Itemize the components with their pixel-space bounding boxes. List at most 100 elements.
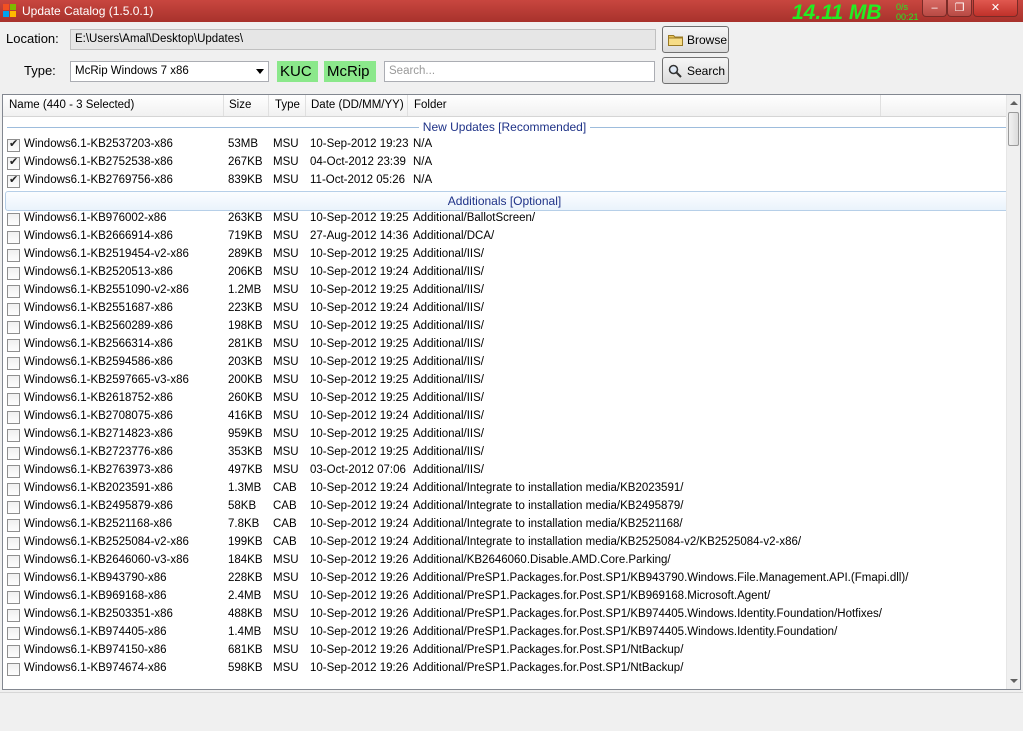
column-header-folder[interactable]: Folder [414,99,447,111]
row-checkbox[interactable] [7,137,20,152]
row-checkbox[interactable] [7,357,20,370]
maximize-button[interactable]: ❐ [947,0,972,17]
cell-name: Windows6.1-KB943790-x86 [24,572,167,584]
cell-folder: Additional/IIS/ [413,338,484,350]
list-item[interactable]: Windows6.1-KB2503351-x86 488KB MSU 10-Sep-2… [3,606,1006,624]
group-header[interactable]: New Updates [Recommended] [3,118,1006,136]
row-checkbox[interactable] [7,285,20,298]
list-item[interactable]: Windows6.1-KB2646060-v3-x86 184KB MSU 10-Se… [3,552,1006,570]
row-checkbox[interactable] [7,321,20,334]
search-button-label: Search [687,64,726,78]
cell-type: MSU [273,554,299,566]
list-item[interactable]: Windows6.1-KB976002-x86 263KB MSU 10-Sep-20… [3,210,1006,228]
minimize-button[interactable]: – [922,0,947,17]
row-checkbox[interactable] [7,267,20,280]
cell-date: 10-Sep-2012 19:24 [310,410,409,422]
speed-detail: 0/s 00:21 [896,2,919,22]
row-checkbox[interactable] [7,213,20,226]
list-item[interactable]: Windows6.1-KB943790-x86 228KB MSU 10-Sep-20… [3,570,1006,588]
list-item[interactable]: Windows6.1-KB2495879-x86 58KB CAB 10-Sep-20… [3,498,1006,516]
browse-button[interactable]: Browse [662,26,729,53]
group-header[interactable]: Additionals [Optional] [3,190,1010,211]
row-checkbox[interactable] [7,393,20,406]
search-input[interactable]: Search... [384,61,655,82]
row-checkbox[interactable] [7,627,20,640]
row-checkbox[interactable] [7,483,20,496]
list-item[interactable]: Windows6.1-KB2723776-x86 353KB MSU 10-Sep-2… [3,444,1006,462]
row-checkbox[interactable] [7,231,20,244]
column-header-type[interactable]: Type [275,99,300,111]
list-item[interactable]: Windows6.1-KB2560289-x86 198KB MSU 10-Sep-2… [3,318,1006,336]
list-item[interactable]: Windows6.1-KB974405-x86 1.4MB MSU 10-Sep-20… [3,624,1006,642]
cell-name: Windows6.1-KB2495879-x86 [24,500,173,512]
list-item[interactable]: Windows6.1-KB2714823-x86 959KB MSU 10-Sep-2… [3,426,1006,444]
row-checkbox[interactable] [7,519,20,532]
search-button[interactable]: Search [662,57,729,84]
row-checkbox[interactable] [7,591,20,604]
close-button[interactable]: ✕ [973,0,1018,17]
row-checkbox[interactable] [7,411,20,424]
kuc-badge[interactable]: KUC [277,61,318,82]
cell-type: MSU [273,284,299,296]
list-item[interactable]: Windows6.1-KB2537203-x86 53MB MSU 10-Sep-20… [3,136,1006,154]
row-checkbox[interactable] [7,465,20,478]
row-checkbox[interactable] [7,155,20,170]
list-item[interactable]: Windows6.1-KB2597665-v3-x86 200KB MSU 10-Se… [3,372,1006,390]
row-checkbox[interactable] [7,339,20,352]
list-item[interactable]: Windows6.1-KB2752538-x86 267KB MSU 04-Oct-2… [3,154,1006,172]
scroll-up-icon[interactable] [1010,101,1018,105]
list-item[interactable]: Windows6.1-KB2566314-x86 281KB MSU 10-Sep-2… [3,336,1006,354]
list-item[interactable]: Windows6.1-KB2520513-x86 206KB MSU 10-Sep-2… [3,264,1006,282]
column-header-name[interactable]: Name (440 - 3 Selected) [9,99,134,111]
cell-name: Windows6.1-KB2714823-x86 [24,428,173,440]
windows-logo-icon [3,4,17,18]
list-item[interactable]: Windows6.1-KB974150-x86 681KB MSU 10-Sep-20… [3,642,1006,660]
cell-type: CAB [273,500,297,512]
row-checkbox[interactable] [7,303,20,316]
cell-type: MSU [273,230,299,242]
cell-date: 10-Sep-2012 19:25 [310,428,409,440]
list-item[interactable]: Windows6.1-KB2551090-v2-x86 1.2MB MSU 10-Se… [3,282,1006,300]
type-select[interactable]: McRip Windows 7 x86 [70,61,269,82]
list-item[interactable]: Windows6.1-KB2519454-v2-x86 289KB MSU 10-Se… [3,246,1006,264]
list-item[interactable]: Windows6.1-KB2594586-x86 203KB MSU 10-Sep-2… [3,354,1006,372]
list-item[interactable]: Windows6.1-KB2521168-x86 7.8KB CAB 10-Sep-2… [3,516,1006,534]
cell-name: Windows6.1-KB2525084-v2-x86 [24,536,189,548]
cell-folder: Additional/PreSP1.Packages.for.Post.SP1/… [413,626,838,638]
scroll-thumb[interactable] [1008,112,1019,146]
row-checkbox[interactable] [7,501,20,514]
vertical-scrollbar[interactable] [1006,95,1020,689]
mcrip-badge[interactable]: McRip [324,61,376,82]
list-item[interactable]: Windows6.1-KB2618752-x86 260KB MSU 10-Sep-2… [3,390,1006,408]
list-item[interactable]: Windows6.1-KB2666914-x86 719KB MSU 27-Aug-2… [3,228,1006,246]
list-item[interactable]: Windows6.1-KB2023591-x86 1.3MB CAB 10-Sep-2… [3,480,1006,498]
row-checkbox[interactable] [7,429,20,442]
cell-size: 267KB [228,156,263,168]
list-item[interactable]: Windows6.1-KB2769756-x86 839KB MSU 11-Oct-2… [3,172,1006,190]
row-checkbox[interactable] [7,555,20,568]
row-checkbox[interactable] [7,537,20,550]
row-checkbox[interactable] [7,375,20,388]
row-checkbox[interactable] [7,173,20,188]
row-checkbox[interactable] [7,249,20,262]
list-item[interactable]: Windows6.1-KB2708075-x86 416KB MSU 10-Sep-2… [3,408,1006,426]
list-item[interactable]: Windows6.1-KB2525084-v2-x86 199KB CAB 10-Se… [3,534,1006,552]
cell-type: MSU [273,302,299,314]
row-checkbox[interactable] [7,447,20,460]
row-checkbox[interactable] [7,645,20,658]
cell-folder: Additional/IIS/ [413,374,484,386]
cell-name: Windows6.1-KB974405-x86 [24,626,167,638]
updates-list[interactable]: Name (440 - 3 Selected) Size Type Date (… [2,94,1021,690]
scroll-down-icon[interactable] [1010,679,1018,683]
column-header-size[interactable]: Size [229,99,251,111]
list-item[interactable]: Windows6.1-KB969168-x86 2.4MB MSU 10-Sep-20… [3,588,1006,606]
cell-type: MSU [273,410,299,422]
row-checkbox[interactable] [7,573,20,586]
column-header-date[interactable]: Date (DD/MM/YY) [311,99,404,111]
location-field[interactable]: E:\Users\Amal\Desktop\Updates\ [70,29,656,50]
list-item[interactable]: Windows6.1-KB974674-x86 598KB MSU 10-Sep-20… [3,660,1006,678]
list-item[interactable]: Windows6.1-KB2551687-x86 223KB MSU 10-Sep-2… [3,300,1006,318]
list-item[interactable]: Windows6.1-KB2763973-x86 497KB MSU 03-Oct-2… [3,462,1006,480]
row-checkbox[interactable] [7,609,20,622]
row-checkbox[interactable] [7,663,20,676]
